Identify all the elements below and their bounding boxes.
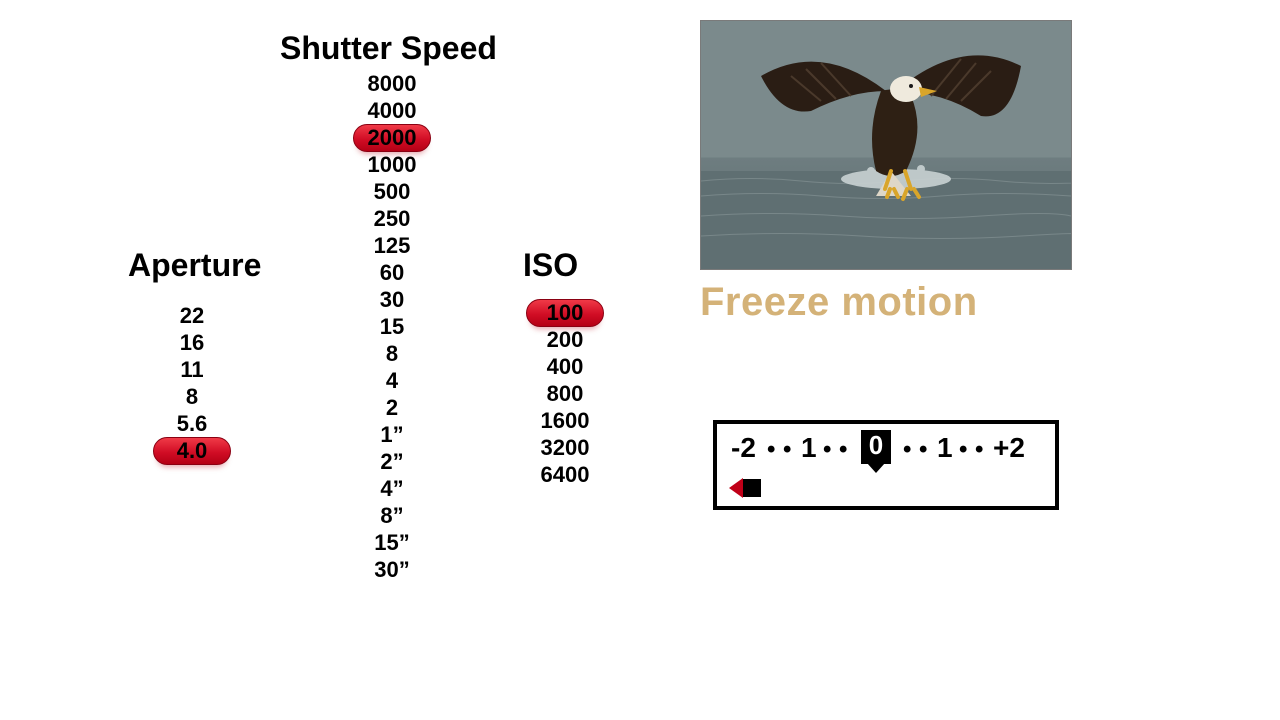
shutter-value-label: 125 xyxy=(374,233,411,258)
aperture-value-label: 16 xyxy=(180,330,204,355)
meter-dot: • xyxy=(903,435,911,465)
shutter-value-label: 8” xyxy=(380,503,403,528)
aperture-value: 5.6 xyxy=(132,410,252,437)
iso-value-label: 200 xyxy=(547,327,584,352)
shutter-value: 30 xyxy=(332,286,452,313)
exposure-scale: -2 • • 1 • • 0 • • 1 • • +2 xyxy=(731,434,1041,474)
iso-value-label: 800 xyxy=(547,381,584,406)
shutter-value-label: 15” xyxy=(374,530,409,555)
meter-dot: • xyxy=(839,435,847,465)
aperture-heading: Aperture xyxy=(128,247,261,284)
aperture-value: 4.0 xyxy=(132,437,252,464)
shutter-value-label: 30 xyxy=(380,287,404,312)
shutter-value-label: 4” xyxy=(380,476,403,501)
shutter-value: 1000 xyxy=(332,151,452,178)
shutter-value: 2 xyxy=(332,394,452,421)
shutter-value-label: 500 xyxy=(374,179,411,204)
shutter-value-label: 15 xyxy=(380,314,404,339)
shutter-value-label: 1000 xyxy=(368,152,417,177)
shutter-value: 4000 xyxy=(332,97,452,124)
meter-plus-2: +2 xyxy=(993,434,1025,462)
aperture-value-label: 22 xyxy=(180,303,204,328)
shutter-value-label: 4 xyxy=(386,368,398,393)
meter-minus-1: 1 xyxy=(801,434,817,462)
shutter-value-label: 2 xyxy=(386,395,398,420)
iso-value: 6400 xyxy=(505,461,625,488)
iso-value-label: 400 xyxy=(547,354,584,379)
exposure-meter: -2 • • 1 • • 0 • • 1 • • +2 xyxy=(713,420,1059,510)
shutter-value-label: 8000 xyxy=(368,71,417,96)
example-photo xyxy=(700,20,1072,270)
shutter-value: 15” xyxy=(332,529,452,556)
meter-dot: • xyxy=(919,435,927,465)
eagle-over-water-illustration xyxy=(701,21,1071,269)
aperture-value-label: 8 xyxy=(186,384,198,409)
aperture-value: 11 xyxy=(132,356,252,383)
slide-stage: Aperture Shutter Speed ISO 22161185.64.0… xyxy=(0,0,1280,720)
shutter-value-label: 4000 xyxy=(368,98,417,123)
aperture-list: 22161185.64.0 xyxy=(132,302,252,464)
shutter-list: 80004000200010005002501256030158421”2”4”… xyxy=(332,70,452,583)
shutter-value-label: 2000 xyxy=(368,125,417,150)
shutter-value: 2000 xyxy=(332,124,452,151)
aperture-value: 8 xyxy=(132,383,252,410)
shutter-value: 4 xyxy=(332,367,452,394)
shutter-value-label: 60 xyxy=(380,260,404,285)
shutter-value: 8000 xyxy=(332,70,452,97)
shutter-value-label: 8 xyxy=(386,341,398,366)
shutter-value: 60 xyxy=(332,259,452,286)
iso-value: 3200 xyxy=(505,434,625,461)
meter-dot: • xyxy=(959,435,967,465)
meter-plus-1: 1 xyxy=(937,434,953,462)
meter-minus-2: -2 xyxy=(731,434,756,462)
iso-value-label: 1600 xyxy=(541,408,590,433)
photo-caption: Freeze motion xyxy=(700,280,978,325)
shutter-value: 15 xyxy=(332,313,452,340)
iso-value-label: 6400 xyxy=(541,462,590,487)
shutter-value-label: 250 xyxy=(374,206,411,231)
aperture-value-label: 11 xyxy=(180,357,203,382)
shutter-heading: Shutter Speed xyxy=(280,30,497,67)
meter-dot: • xyxy=(767,435,775,465)
shutter-value: 30” xyxy=(332,556,452,583)
iso-value: 100 xyxy=(505,299,625,326)
shutter-value: 8 xyxy=(332,340,452,367)
shutter-value: 8” xyxy=(332,502,452,529)
shutter-value: 125 xyxy=(332,232,452,259)
iso-value: 1600 xyxy=(505,407,625,434)
iso-value: 400 xyxy=(505,353,625,380)
meter-zero: 0 xyxy=(861,430,891,464)
indicator-block xyxy=(743,479,761,497)
shutter-value: 250 xyxy=(332,205,452,232)
iso-heading: ISO xyxy=(523,247,578,284)
iso-value: 800 xyxy=(505,380,625,407)
iso-value: 200 xyxy=(505,326,625,353)
aperture-value: 22 xyxy=(132,302,252,329)
shutter-value-label: 1” xyxy=(380,422,403,447)
shutter-value: 500 xyxy=(332,178,452,205)
iso-list: 100200400800160032006400 xyxy=(505,299,625,488)
exposure-indicator xyxy=(729,478,769,498)
aperture-value: 16 xyxy=(132,329,252,356)
left-arrow-icon xyxy=(729,478,743,498)
aperture-value-label: 5.6 xyxy=(177,411,208,436)
shutter-value: 1” xyxy=(332,421,452,448)
meter-dot: • xyxy=(975,435,983,465)
shutter-value: 4” xyxy=(332,475,452,502)
shutter-value-label: 2” xyxy=(380,449,403,474)
meter-dot: • xyxy=(783,435,791,465)
iso-value-label: 100 xyxy=(547,300,584,325)
iso-value-label: 3200 xyxy=(541,435,590,460)
meter-dot: • xyxy=(823,435,831,465)
shutter-value: 2” xyxy=(332,448,452,475)
shutter-value-label: 30” xyxy=(374,557,409,582)
aperture-value-label: 4.0 xyxy=(177,438,208,463)
